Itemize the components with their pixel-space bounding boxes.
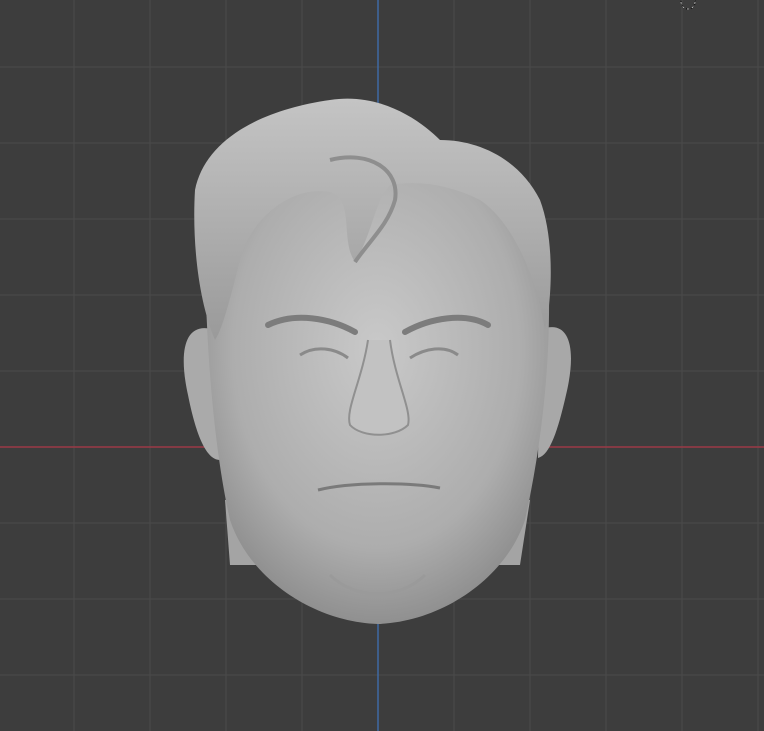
viewport-canvas[interactable] bbox=[0, 0, 764, 731]
sculpted-head-model[interactable] bbox=[183, 98, 571, 624]
3d-viewport[interactable] bbox=[0, 0, 764, 731]
3d-cursor-icon[interactable] bbox=[680, 0, 696, 10]
